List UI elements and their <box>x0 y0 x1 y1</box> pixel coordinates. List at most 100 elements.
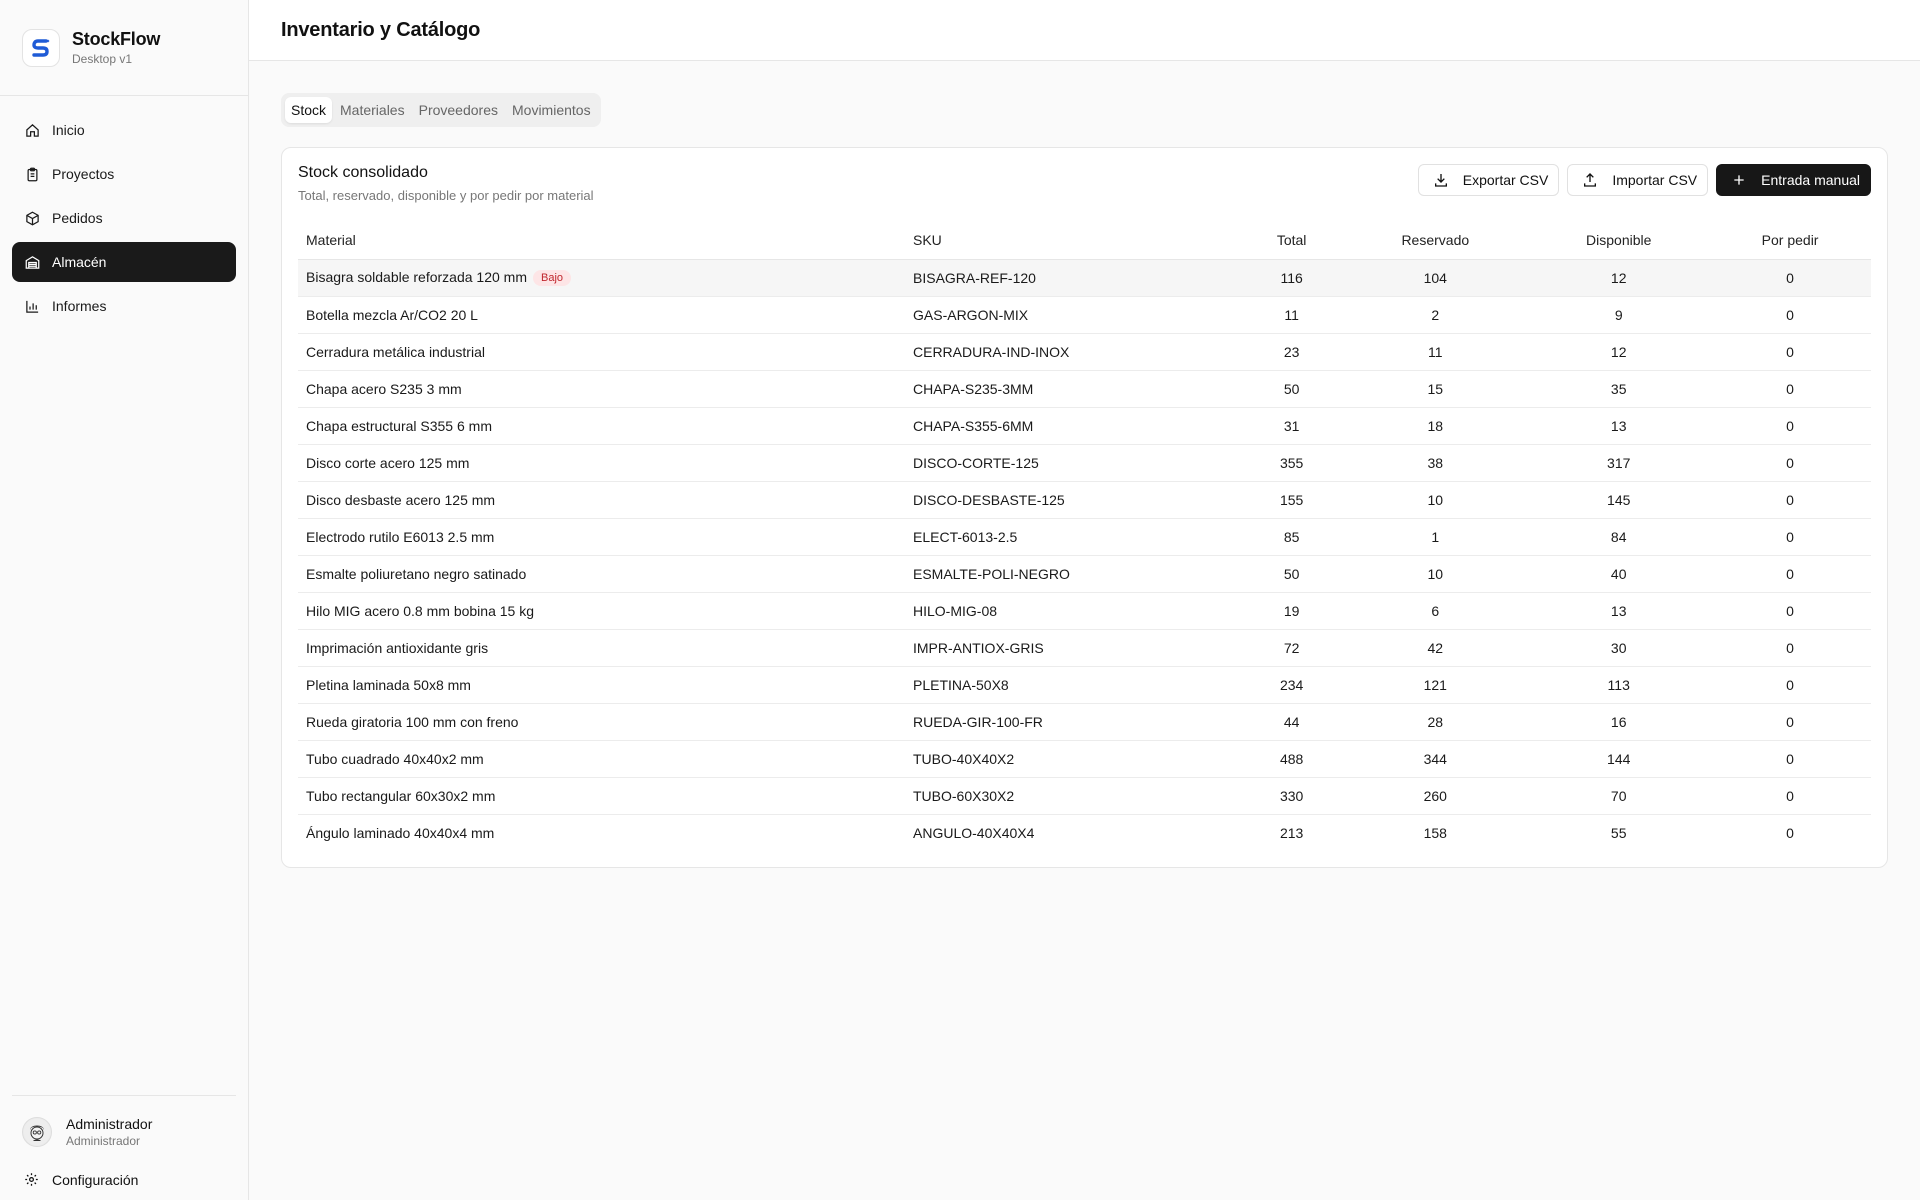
cell-material-text: Cerradura metálica industrial <box>306 343 485 360</box>
cell-sku-text: RUEDA-GIR-100-FR <box>913 713 1043 730</box>
sidebar-item-label: Inicio <box>52 122 85 138</box>
cell-total-text: 355 <box>1279 454 1304 471</box>
stock-table: Material SKU Total Reservado Disponible … <box>298 221 1871 851</box>
import-csv-label: Importar CSV <box>1612 172 1698 188</box>
avatar <box>22 1117 52 1147</box>
cell-to-order-text: 0 <box>1786 713 1794 730</box>
content: Stock Materiales Proveedores Movimientos… <box>249 61 1920 868</box>
sidebar-nav: Inicio Proyectos Pedidos Almacén Informe… <box>0 96 248 340</box>
tab-materiales[interactable]: Materiales <box>334 97 411 123</box>
cell-to-order: 0 <box>1709 592 1871 630</box>
tab-proveedores[interactable]: Proveedores <box>413 97 504 123</box>
cell-total: 72 <box>1241 629 1343 667</box>
export-csv-button[interactable]: Exportar CSV <box>1417 164 1560 196</box>
cell-reserved-text: 1 <box>1431 528 1440 545</box>
tab-bar: Stock Materiales Proveedores Movimientos <box>281 93 601 127</box>
column-header-sku[interactable]: SKU <box>905 221 1241 260</box>
cell-material-text: Electrodo rutilo E6013 2.5 mm <box>306 528 495 545</box>
cell-material: Tubo cuadrado 40x40x2 mm <box>298 740 905 778</box>
cell-total: 355 <box>1241 444 1343 482</box>
table-row[interactable]: Botella mezcla Ar/CO2 20 L GAS-ARGON-MIX 1… <box>298 296 1871 334</box>
cell-sku-text: CERRADURA-IND-INOX <box>913 343 1070 360</box>
import-csv-button[interactable]: Importar CSV <box>1567 164 1709 196</box>
cell-available: 84 <box>1528 518 1710 556</box>
cell-reserved-text: 260 <box>1423 787 1447 804</box>
table-row[interactable]: Chapa acero S235 3 mm CHAPA-S235-3MM 50 15 3… <box>298 370 1871 408</box>
table-row[interactable]: Pletina laminada 50x8 mm PLETINA-50X8 234 1… <box>298 666 1871 704</box>
column-header-to-order[interactable]: Por pedir <box>1709 221 1871 260</box>
settings-link[interactable]: Configuración <box>12 1172 236 1188</box>
cell-reserved: 10 <box>1342 481 1529 519</box>
cell-material: Electrodo rutilo E6013 2.5 mm <box>298 518 905 556</box>
column-header-reserved[interactable]: Reservado <box>1342 221 1529 260</box>
cell-to-order-text: 0 <box>1786 639 1794 656</box>
cell-reserved-text: 344 <box>1423 750 1447 767</box>
cell-available: 9 <box>1528 296 1710 334</box>
cell-total: 50 <box>1241 555 1343 593</box>
table-row[interactable]: Rueda giratoria 100 mm con freno RUEDA-GI… <box>298 703 1871 741</box>
cell-available-text: 13 <box>1610 417 1627 434</box>
tab-stock[interactable]: Stock <box>285 97 333 123</box>
sidebar-item-proyectos[interactable]: Proyectos <box>12 154 236 194</box>
cell-total-text: 116 <box>1280 269 1303 286</box>
cell-total-text: 50 <box>1283 380 1300 397</box>
cell-sku-text: TUBO-40X40X2 <box>913 750 1015 767</box>
cell-reserved-text: 28 <box>1427 713 1444 730</box>
cell-available: 40 <box>1528 555 1710 593</box>
cell-available: 13 <box>1528 592 1710 630</box>
cell-total-text: 72 <box>1283 639 1300 656</box>
card-actions: Exportar CSV Importar CSV Entrada manual <box>1417 164 1871 196</box>
table-row[interactable]: Electrodo rutilo E6013 2.5 mm ELECT-6013-… <box>298 518 1871 556</box>
cell-reserved-text: 38 <box>1427 454 1444 471</box>
table-row[interactable]: Tubo rectangular 60x30x2 mm TUBO-60X30X2 3… <box>298 777 1871 815</box>
cell-total: 116 <box>1241 259 1343 297</box>
cell-to-order-text: 0 <box>1786 824 1794 841</box>
brand-name: StockFlow <box>72 29 161 49</box>
cell-available: 13 <box>1528 407 1710 445</box>
column-header-available[interactable]: Disponible <box>1528 221 1710 260</box>
cell-total: 213 <box>1241 814 1342 851</box>
cell-reserved: 1 <box>1342 518 1529 556</box>
table-row[interactable]: Disco desbaste acero 125 mm DISCO-DESBAST… <box>298 481 1871 519</box>
cell-to-order: 0 <box>1709 333 1871 371</box>
cell-material-text: Bisagra soldable reforzada 120 mm <box>306 268 528 285</box>
table-row[interactable]: Chapa estructural S355 6 mm CHAPA-S355-6M… <box>298 407 1871 445</box>
user-name: Administrador <box>66 1116 153 1132</box>
cell-total-text: 23 <box>1283 343 1300 360</box>
cell-to-order-text: 0 <box>1786 528 1794 545</box>
user-profile[interactable]: Administrador Administrador <box>12 1116 236 1148</box>
cell-total-text: 213 <box>1279 824 1304 841</box>
tab-movimientos[interactable]: Movimientos <box>506 97 597 123</box>
sidebar-item-informes[interactable]: Informes <box>12 286 236 326</box>
table-row[interactable]: Cerradura metálica industrial CERRADURA-I… <box>298 333 1871 371</box>
table-row[interactable]: Tubo cuadrado 40x40x2 mm TUBO-40X40X2 488 3… <box>298 740 1871 778</box>
table-row[interactable]: Esmalte poliuretano negro satinado ESMALT… <box>298 555 1871 593</box>
cell-to-order-text: 0 <box>1786 269 1794 286</box>
cell-available-text: 30 <box>1610 639 1627 656</box>
column-header-material[interactable]: Material <box>298 221 905 260</box>
cell-to-order: 0 <box>1709 259 1871 297</box>
table-row[interactable]: Ángulo laminado 40x40x4 mm ANGULO-40X40X4… <box>298 814 1871 851</box>
sidebar: StockFlow Desktop v1 Inicio Proyectos Pe… <box>0 0 249 1200</box>
table-row[interactable]: Disco corte acero 125 mm DISCO-CORTE-125 3… <box>298 444 1871 482</box>
table-row[interactable]: Hilo MIG acero 0.8 mm bobina 15 kg HILO-M… <box>298 592 1871 630</box>
cell-sku: DISCO-DESBASTE-125 <box>905 481 1241 519</box>
sidebar-item-pedidos[interactable]: Pedidos <box>12 198 236 238</box>
cell-to-order-text: 0 <box>1786 417 1794 434</box>
cell-to-order: 0 <box>1709 370 1871 408</box>
cell-to-order-text: 0 <box>1786 491 1794 508</box>
cell-to-order-text: 0 <box>1786 380 1794 397</box>
cell-reserved: 28 <box>1342 703 1529 741</box>
sidebar-item-almacen[interactable]: Almacén <box>12 242 236 282</box>
cell-available-text: 84 <box>1610 528 1627 545</box>
cell-total-text: 234 <box>1279 676 1304 693</box>
column-header-total[interactable]: Total <box>1241 221 1343 260</box>
table-row[interactable]: Bisagra soldable reforzada 120 mm Bajo BIS… <box>298 259 1871 297</box>
sidebar-item-inicio[interactable]: Inicio <box>12 110 236 150</box>
manual-entry-button[interactable]: Entrada manual <box>1716 164 1871 196</box>
card-header: Stock consolidado Total, reservado, disp… <box>298 164 1871 203</box>
cell-available: 70 <box>1528 777 1710 815</box>
cell-to-order-text: 0 <box>1786 602 1794 619</box>
cell-material: Esmalte poliuretano negro satinado <box>298 555 905 593</box>
table-row[interactable]: Imprimación antioxidante gris IMPR-ANTIOX… <box>298 629 1871 667</box>
